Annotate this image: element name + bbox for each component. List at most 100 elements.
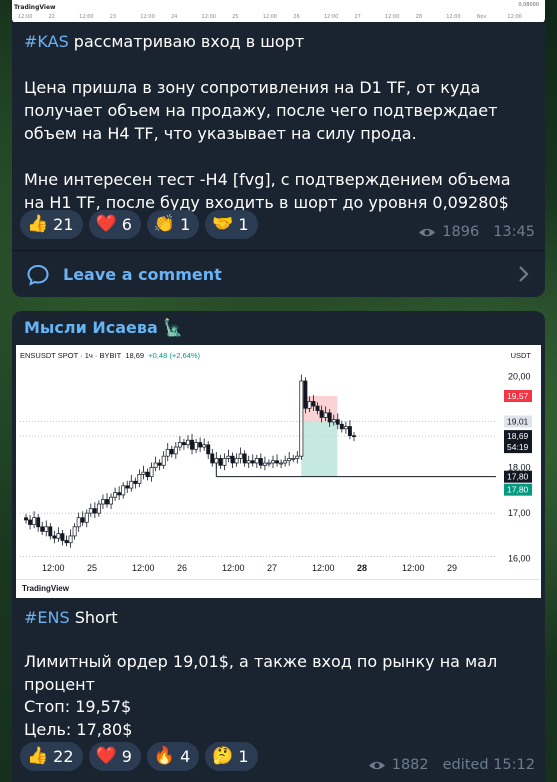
candle-body	[331, 419, 336, 423]
reaction-heart[interactable]: ❤️ 6	[88, 210, 141, 239]
candle-body	[161, 455, 166, 466]
candle-body	[72, 526, 77, 537]
candle-body	[44, 526, 49, 532]
reaction-thinking[interactable]: 🤔 1	[205, 742, 258, 771]
tradingview-footer: TradingView	[16, 579, 541, 598]
price-tag-label: 19,01	[507, 417, 529, 427]
reaction-count: 9	[121, 747, 132, 766]
candle-body	[283, 460, 288, 464]
reaction-thumbs-up[interactable]: 👍 22	[20, 742, 83, 771]
heart-icon: ❤️	[95, 214, 117, 234]
candle-body	[145, 471, 150, 478]
candle-body	[214, 458, 219, 464]
reaction-handshake[interactable]: 🤝 1	[205, 210, 258, 239]
candle-body	[105, 499, 109, 505]
reaction-thumbs-up[interactable]: 👍 21	[20, 210, 83, 239]
candle-body	[202, 444, 207, 448]
message-paragraph: Мне интересен тест -H4 [fvg], с подтверж…	[24, 170, 511, 212]
candle-body	[153, 462, 158, 468]
candle-body	[181, 442, 186, 446]
reaction-count: 1	[238, 215, 249, 234]
x-axis-tick: 29	[447, 563, 457, 573]
candle-body	[92, 508, 97, 514]
previous-chart-image[interactable]: TradingView 0,08000 12:00 22 12:00 23 12:00 2…	[12, 0, 545, 24]
candle-body	[234, 458, 239, 464]
axis-tick: 26	[293, 14, 300, 20]
thinking-face-icon: 🤔	[212, 746, 234, 766]
eye-icon	[419, 228, 436, 236]
candle-body	[36, 517, 41, 528]
price-tag-label: 17,80	[507, 472, 529, 482]
candle-body	[64, 540, 69, 544]
candle-body	[250, 460, 255, 464]
clap-icon: 👏	[153, 214, 176, 234]
axis-tick: 12:00	[140, 14, 155, 20]
candle-body	[258, 458, 263, 466]
candle-body	[198, 442, 203, 448]
views-count: 1882	[391, 757, 429, 773]
message-kas[interactable]: #KAS рассматриваю вход в шорт Цена пришл…	[12, 22, 545, 297]
y-axis-tick: 20,00	[508, 371, 531, 381]
message-ens[interactable]: Мысли Исаева 🗽 ENSUSDT SPOT · 1ч · BYBIT…	[12, 311, 545, 782]
y-axis-tick: 17,00	[508, 508, 531, 518]
candle-body	[141, 471, 146, 475]
leave-comment-label: Leave a comment	[63, 265, 222, 284]
candle-body	[137, 474, 142, 484]
x-axis-tick: 12:00	[222, 563, 245, 573]
axis-tick: 28	[415, 14, 423, 20]
axis-tick: 12:00	[262, 14, 278, 20]
price-tag-label: 54:19	[507, 442, 529, 452]
candle-body	[323, 412, 328, 418]
candle-body	[129, 480, 134, 489]
candle-body	[84, 512, 89, 523]
message-meta: 1882 edited 15:12	[368, 757, 535, 773]
candle-body	[279, 462, 284, 465]
thumbs-up-icon: 👍	[27, 214, 49, 234]
reaction-clap[interactable]: 👏 1	[146, 210, 200, 239]
candle-body	[88, 508, 93, 514]
candle-body	[60, 533, 65, 541]
x-axis-tick: 12:00	[42, 563, 65, 573]
message-title: #KAS рассматриваю вход в шорт	[24, 30, 533, 53]
axis-tick: 12:00	[507, 14, 522, 20]
candle-body	[267, 462, 271, 465]
axis-tick: 23	[109, 14, 117, 20]
candle-body	[335, 419, 340, 425]
candle-body	[117, 492, 122, 496]
candle-body	[101, 499, 105, 505]
candle-body	[48, 526, 53, 537]
candle-body	[40, 526, 45, 532]
comment-icon	[27, 264, 49, 286]
candle-body	[96, 503, 101, 514]
price-tag-label: 17,80	[507, 485, 529, 495]
channel-author-name[interactable]: Мысли Исаева 🗽	[24, 318, 183, 337]
chart-image[interactable]: ENSUSDT SPOT · 1ч · BYBIT 18,69 +0,48 (+…	[16, 345, 541, 597]
hashtag-link[interactable]: #KAS	[24, 32, 69, 51]
candle-body	[230, 455, 235, 464]
message-title: #ENS Short	[24, 606, 533, 629]
x-axis-tick: 25	[87, 563, 97, 573]
candle-body	[186, 439, 190, 446]
axis-tick: 12:00	[446, 14, 461, 20]
leave-comment-button[interactable]: Leave a comment	[12, 250, 545, 298]
x-axis-tick: 12:00	[312, 563, 335, 573]
title-text: Short	[69, 608, 118, 627]
price-tag-label: 19,57	[507, 391, 529, 401]
target-line: Цель: 17,80$	[24, 720, 133, 739]
candle-body	[52, 535, 57, 539]
chevron-right-icon	[519, 266, 529, 282]
candle-body	[262, 462, 267, 466]
candle-body	[339, 423, 344, 430]
candle-body	[327, 412, 332, 423]
reaction-heart[interactable]: ❤️ 9	[88, 742, 141, 771]
candle-body	[190, 439, 194, 450]
handshake-icon: 🤝	[212, 214, 234, 234]
hashtag-link[interactable]: #ENS	[24, 608, 70, 627]
candle-body	[206, 444, 211, 455]
axis-tick: 12:00	[201, 14, 216, 20]
candle-body	[24, 517, 28, 521]
reaction-fire[interactable]: 🔥 4	[146, 742, 200, 771]
x-axis-tick: 26	[177, 563, 187, 573]
time-axis: 12:00 22 12:00 23 12:00 24 12:00 25 12:00 26 12:00…	[12, 14, 545, 22]
stop-loss-line: Стоп: 19,57$	[24, 697, 132, 716]
